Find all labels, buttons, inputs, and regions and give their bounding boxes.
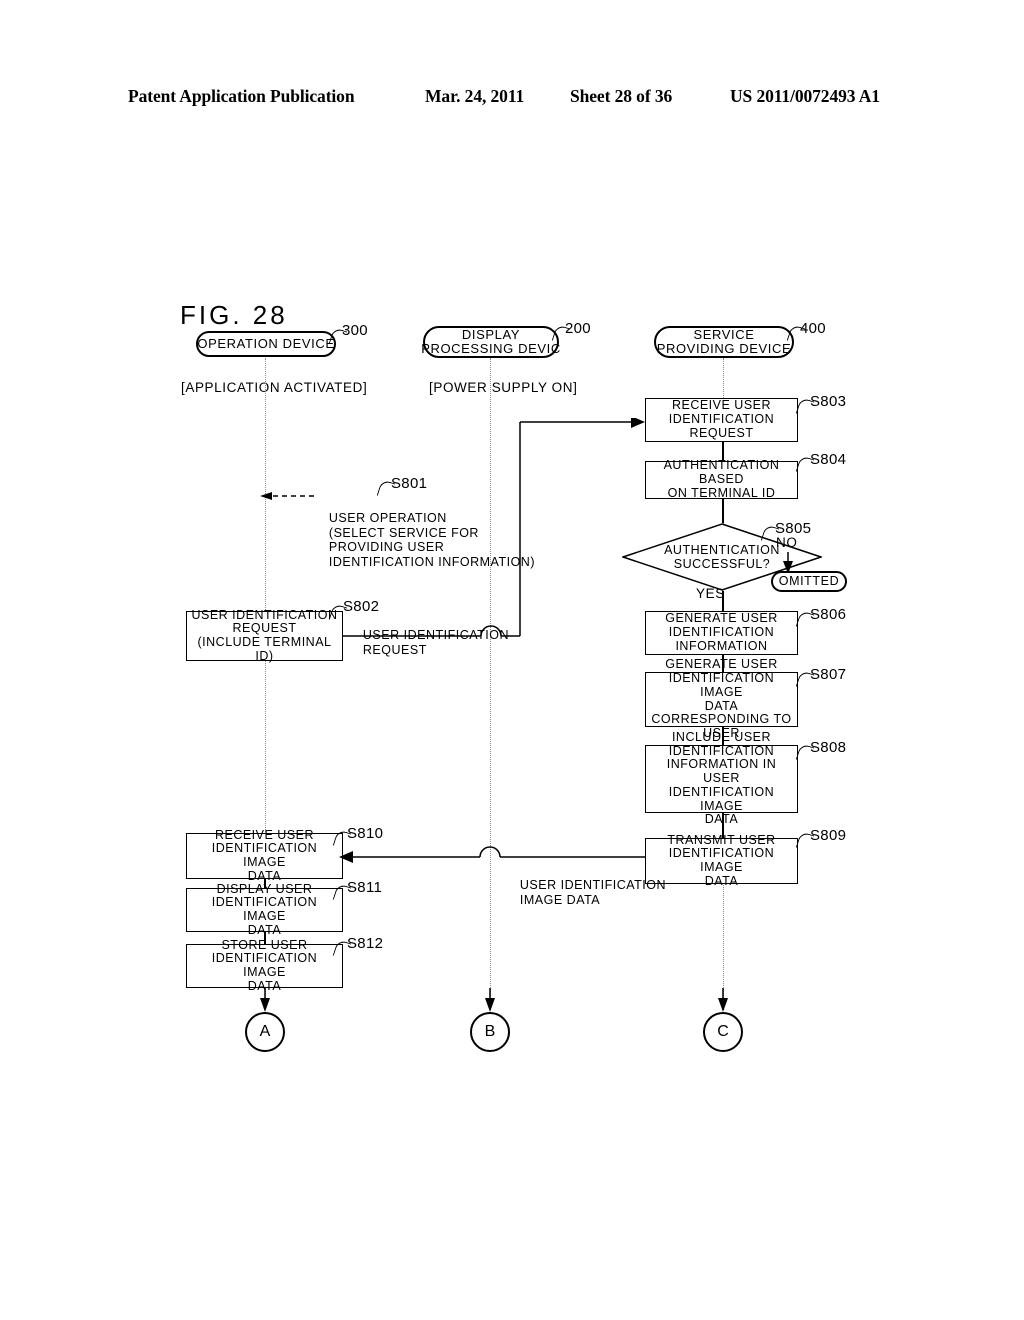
ref-number-300: 300 [342,322,368,339]
s805-line-2: SUCCESSFUL? [673,557,771,571]
process-box-s808: INCLUDE USER IDENTIFICATION INFORMATION … [645,730,798,826]
s806-line-1: GENERATE USER [665,611,778,626]
flow-s806-to-s807 [722,655,724,672]
lane-header-display-line1: DISPLAY [461,327,521,343]
process-box-s806: GENERATE USER IDENTIFICATION INFORMATION [645,611,798,655]
process-box-s809: TRANSMIT USER IDENTIFICATION IMAGE DATA [645,833,798,888]
s808-line-4: IDENTIFICATION IMAGE [668,784,775,813]
ref-number-400: 400 [800,320,826,337]
flow-s805-to-s806 [722,591,724,611]
lane-header-operation-device-label: OPERATION DEVICE [197,336,335,352]
msg-image-line-2: IMAGE DATA [519,893,601,907]
process-box-s812: STORE USER IDENTIFICATION IMAGE DATA [186,938,343,993]
flow-s808-to-s809 [722,813,724,838]
terminator-omitted-label: OMITTED [778,573,840,588]
lane-header-display-processing-device: DISPLAY PROCESSING DEVIC [421,326,561,358]
connector-label-b: B [484,1023,496,1040]
s811-line-2: IDENTIFICATION IMAGE [211,895,318,923]
s807-line-3: DATA CORRESPONDING TO [651,698,792,727]
s809-line-3: DATA [704,873,739,888]
s809-line-2: IDENTIFICATION IMAGE [668,846,775,874]
message-label-user-identification-image-data: USER IDENTIFICATION IMAGE DATA [504,863,666,923]
process-box-s802: USER IDENTIFICATION REQUEST (INCLUDE TER… [186,607,343,663]
message-arrow-request [343,418,645,637]
step-tag-s807: S807 [810,666,847,683]
lane-header-display-line2: PROCESSING DEVIC [421,341,561,356]
connector-circle-a: A [245,1012,285,1052]
connector-label-c: C [717,1023,729,1040]
ref-number-200: 200 [565,320,591,337]
s805-line-1: AUTHENTICATION [664,542,780,557]
connector-circle-c: C [703,1012,743,1052]
lane-header-operation-device: OPERATION DEVICE [196,331,336,357]
branch-label-no: NO [776,535,798,550]
s807-line-2: IDENTIFICATION IMAGE [668,671,775,699]
s804-line-1: AUTHENTICATION BASED [663,458,780,487]
process-box-s807: GENERATE USER IDENTIFICATION IMAGE DATA … [645,657,798,740]
arrow-to-connector-c [718,988,728,1012]
figure-title: FIG. 28 [180,300,288,330]
lane-header-service-line1: SERVICE [693,327,755,343]
flow-s811-to-s812 [264,932,266,944]
arrow-to-connector-a [260,988,270,1012]
lane-header-service-providing-device: SERVICE PROVIDING DEVICE [654,326,794,358]
terminator-omitted: OMITTED [771,571,847,592]
step-tag-s810: S810 [347,825,384,842]
lane-state-display-processing-device: [POWER SUPPLY ON] [429,380,578,395]
s803-line-1: RECEIVE USER [671,398,772,413]
s803-line-2: IDENTIFICATION [668,412,775,427]
s808-line-2: IDENTIFICATION [668,743,775,758]
flow-s804-to-s805 [722,499,724,523]
process-box-s803: RECEIVE USER IDENTIFICATION REQUEST [645,398,798,442]
s812-line-2: IDENTIFICATION IMAGE [211,951,318,979]
lane-state-operation-device: [APPLICATION ACTIVATED] [181,380,368,395]
s801-dashed-arrow [260,492,314,500]
step-tag-s803: S803 [810,393,847,410]
s810-line-2: IDENTIFICATION IMAGE [211,841,318,869]
process-box-s804: AUTHENTICATION BASED ON TERMINAL ID [645,458,798,500]
msg-image-line-1: USER IDENTIFICATION [519,878,666,892]
lane-header-service-line2: PROVIDING DEVICE [656,341,792,356]
flow-s803-to-s804 [722,442,724,461]
flow-s807-to-s808 [722,727,724,745]
s802-line-3: (INCLUDE TERMINAL ID) [197,635,332,663]
figure-28-flowchart: FIG. 28 OPERATION DEVICE 300 [APPLICATIO… [0,0,1024,1320]
step-tag-s812: S812 [347,935,384,952]
s802-line-2: REQUEST [232,621,297,636]
s803-line-3: REQUEST [689,425,754,440]
step-tag-s806: S806 [810,606,847,623]
s802-line-1: USER IDENTIFICATION [191,607,338,622]
s806-line-3: INFORMATION [675,638,768,653]
connector-circle-b: B [470,1012,510,1052]
s808-line-3: INFORMATION IN USER [666,757,777,786]
s810-line-1: RECEIVE USER [214,827,315,842]
step-tag-s808: S808 [810,739,847,756]
step-tag-s809: S809 [810,827,847,844]
process-box-s810: RECEIVE USER IDENTIFICATION IMAGE DATA [186,828,343,883]
branch-label-yes: YES [696,586,725,601]
step-tag-s804: S804 [810,451,847,468]
step-tag-s811: S811 [347,879,383,896]
s806-line-2: IDENTIFICATION [668,625,775,640]
process-box-s811: DISPLAY USER IDENTIFICATION IMAGE DATA [186,882,343,937]
connector-label-a: A [259,1023,271,1040]
flow-s810-to-s811 [264,879,266,888]
msg-request-line-2: REQUEST [362,643,427,657]
arrow-to-connector-b [485,988,495,1012]
